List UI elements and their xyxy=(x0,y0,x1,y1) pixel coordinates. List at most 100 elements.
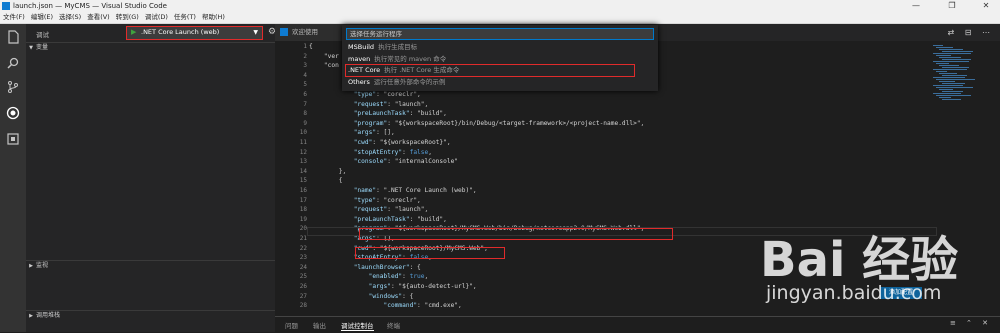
chevron-down-icon: ▼ xyxy=(253,29,258,36)
line-number: 8 xyxy=(303,110,307,118)
minimap-line xyxy=(942,51,973,52)
minimap-line xyxy=(936,79,975,80)
menu-help[interactable]: 帮助(H) xyxy=(199,12,228,23)
line-number: 28 xyxy=(299,302,307,310)
panel-tab-output[interactable]: 输出 xyxy=(313,320,326,330)
minimap-line xyxy=(933,77,965,78)
code-line: "type": "coreclr", xyxy=(353,91,421,98)
minimap-line xyxy=(939,89,953,90)
chevron-right-icon: ▶ xyxy=(29,313,33,319)
line-number: 4 xyxy=(303,71,307,79)
editor-actions[interactable]: ⇄ ⊟ ⋯ xyxy=(948,28,995,37)
minimap-line xyxy=(942,83,965,84)
minimize-button[interactable]: — xyxy=(904,0,928,12)
code-line: "name": ".NET Core Launch (web)", xyxy=(353,187,477,194)
files-icon[interactable] xyxy=(6,30,20,44)
maximize-button[interactable]: ❐ xyxy=(940,0,964,12)
line-number: 19 xyxy=(299,215,307,223)
line-number: 17 xyxy=(299,196,307,204)
line-number: 16 xyxy=(299,187,307,194)
menu-go[interactable]: 转到(G) xyxy=(113,12,142,23)
menu-selection[interactable]: 选择(S) xyxy=(56,12,84,23)
baidu-jingyan-watermark: Bai 经验 jingyan.baidu.com xyxy=(760,220,1000,308)
minimap-line xyxy=(939,57,961,58)
tab-welcome-label: 欢迎使用 xyxy=(292,28,318,36)
search-icon[interactable] xyxy=(6,56,20,70)
panel-tab-problems[interactable]: 问题 xyxy=(285,320,298,330)
title-bar: launch.json — MyCMS — Visual Studio Code… xyxy=(0,0,1000,12)
watch-section[interactable]: ▶ 监视 xyxy=(26,260,275,271)
panel-tab-debug-console[interactable]: 调试控制台 xyxy=(341,320,374,331)
debug-icon[interactable] xyxy=(6,106,20,120)
bottom-panel: 问题 输出 调试控制台 终端 ≡ ⌃ ✕ xyxy=(275,316,1000,333)
line-number: 2 xyxy=(303,52,307,60)
task-runner-quick-pick: 选择任务运行程序 MSBuild 执行生成目标 maven 执行常见的 maven … xyxy=(342,25,658,91)
selected-item-highlight-box xyxy=(345,64,635,77)
launch-config-select[interactable]: ▶ .NET Core Launch (web) ▼ xyxy=(126,26,263,40)
program-line-highlight-box xyxy=(359,228,673,240)
minimap-line xyxy=(933,61,969,62)
debug-sidebar: 调试 ▶ .NET Core Launch (web) ▼ ⚙ ▼ 变量 ▶ 监视 … xyxy=(26,24,276,332)
line-number: 22 xyxy=(299,244,307,252)
code-line: "console": "internalConsole" xyxy=(353,158,459,166)
menu-view[interactable]: 查看(V) xyxy=(84,12,113,23)
item-desc: 执行常见的 maven 命令 xyxy=(374,55,447,63)
line-number: 25 xyxy=(299,273,307,281)
quick-pick-item-msbuild[interactable]: MSBuild 执行生成目标 xyxy=(348,42,648,53)
line-number: 15 xyxy=(299,177,307,185)
source-control-icon[interactable] xyxy=(6,80,20,94)
code-line: }, xyxy=(309,167,347,175)
line-number: 7 xyxy=(303,100,307,108)
code-line: "request": "launch", xyxy=(353,206,429,214)
extensions-icon[interactable] xyxy=(6,132,20,146)
variables-section[interactable]: ▼ 变量 xyxy=(26,42,275,53)
line-number: 11 xyxy=(299,139,307,146)
line-number: 9 xyxy=(303,119,307,127)
code-line: { xyxy=(309,177,343,185)
line-number: 20 xyxy=(299,225,307,233)
panel-actions[interactable]: ≡ ⌃ ✕ xyxy=(950,319,992,327)
call-stack-section[interactable]: ▶ 调用堆栈 xyxy=(26,310,275,321)
start-debug-icon[interactable]: ▶ xyxy=(131,27,136,38)
minimap-line xyxy=(933,93,961,94)
sidebar-title: 调试 xyxy=(36,31,49,39)
code-line: "type": "coreclr", xyxy=(353,196,421,204)
quick-pick-input[interactable]: 选择任务运行程序 xyxy=(346,28,654,40)
chevron-right-icon: ▶ xyxy=(29,263,33,269)
code-line: "command": "cmd.exe", xyxy=(383,302,462,310)
watermark-url: jingyan.baidu.com xyxy=(766,282,942,304)
close-window-button[interactable]: ✕ xyxy=(974,0,998,12)
line-number: 1 xyxy=(303,43,307,50)
code-line: "launchBrowser": { xyxy=(353,263,421,271)
minimap-line xyxy=(936,87,973,88)
menu-debug[interactable]: 调试(D) xyxy=(142,12,171,23)
menu-edit[interactable]: 编辑(E) xyxy=(28,12,56,23)
minimap-line xyxy=(939,73,957,74)
code-line: "request": "launch", xyxy=(353,100,429,108)
line-number: 10 xyxy=(299,129,307,137)
panel-tab-terminal[interactable]: 终端 xyxy=(387,320,400,330)
code-line: "stopAtEntry": false, xyxy=(353,148,432,156)
minimap-line xyxy=(942,59,971,60)
minimap-line xyxy=(942,75,967,76)
debug-toolbar: 调试 ▶ .NET Core Launch (web) ▼ ⚙ xyxy=(26,24,276,42)
chevron-down-icon: ▼ xyxy=(29,45,33,51)
activity-bar xyxy=(0,24,26,332)
menu-file[interactable]: 文件(F) xyxy=(0,12,28,23)
tab-welcome[interactable]: 欢迎使用 xyxy=(275,24,350,41)
code-line: "ver xyxy=(309,52,339,60)
watch-section-label: 监视 xyxy=(36,262,49,269)
minimap-line xyxy=(936,63,949,64)
code-line: "windows": { xyxy=(368,292,414,300)
line-number: 3 xyxy=(303,62,307,70)
quick-pick-item-others[interactable]: Others 运行任意外部命令的示例 xyxy=(348,77,648,88)
minimap-line xyxy=(936,71,947,72)
item-name: MSBuild xyxy=(348,43,375,51)
menu-tasks[interactable]: 任务(T) xyxy=(171,12,199,23)
code-line: "cwd": "${workspaceRoot}", xyxy=(353,139,451,146)
item-desc: 执行生成目标 xyxy=(378,43,418,51)
minimap-line xyxy=(936,47,953,48)
code-line: "preLaunchTask": "build", xyxy=(353,215,447,223)
line-number-gutter: 1 2 3 4 5 6 7 8 9 10 11 12 13 14 15 16 17 18 19 20 21 22 23 24 2… xyxy=(275,41,307,316)
variables-section-label: 变量 xyxy=(36,44,49,51)
